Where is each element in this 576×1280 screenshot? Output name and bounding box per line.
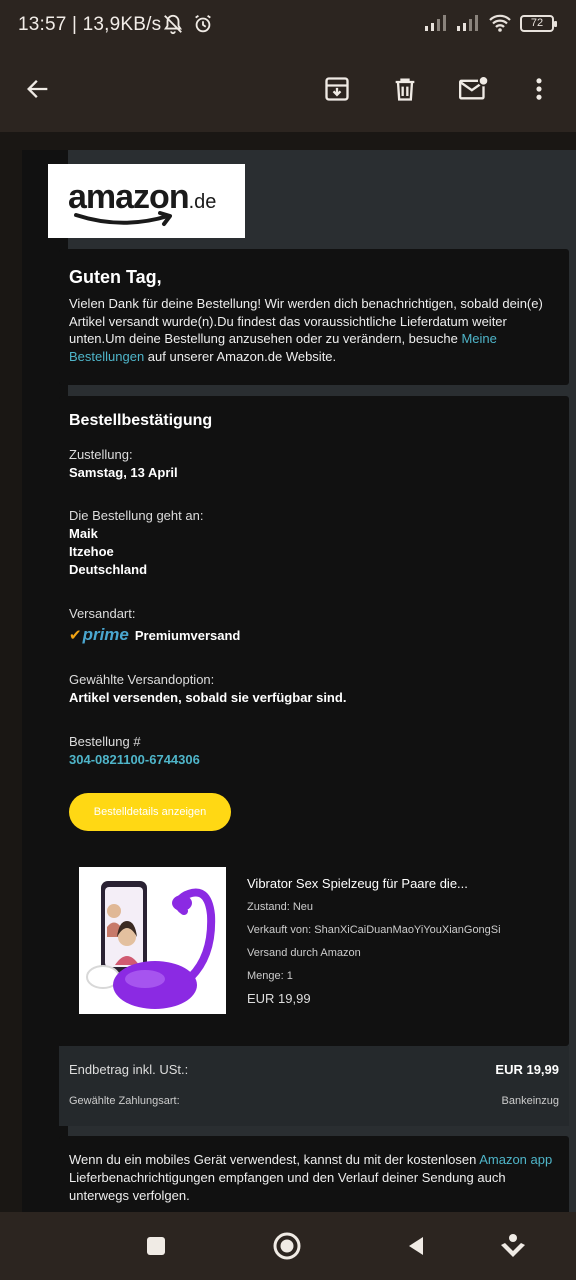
intro-text: Vielen Dank für deine Bestellung! Wir we…: [69, 296, 543, 364]
back-button[interactable]: [18, 69, 58, 109]
confirmation-heading: Bestellbestätigung: [69, 412, 213, 429]
product-image[interactable]: [79, 867, 226, 1014]
order-number-link[interactable]: 304-0821100-6744306: [69, 752, 200, 767]
signal-1-icon: [425, 15, 446, 31]
app-promo-card: Wenn du ein mobiles Gerät verwendest, ka…: [59, 1136, 569, 1216]
alarm-icon: [195, 14, 211, 33]
trash-icon: [395, 78, 415, 101]
order-number-label: Bestellung #: [69, 734, 141, 749]
shipping-option-label: Gewählte Versandoption:: [69, 672, 215, 687]
total-label: Endbetrag inkl. USt.:: [69, 1062, 189, 1077]
amazon-app-link[interactable]: Amazon app: [479, 1152, 552, 1167]
prime-check-icon: ✔: [69, 627, 82, 644]
status-right-icons: 72: [424, 13, 557, 33]
delivery-date: Samstag, 13 April: [69, 465, 178, 480]
product-fulfillment: Versand durch Amazon: [247, 947, 361, 959]
shipping-method-label: Versandart:: [69, 606, 136, 621]
status-time-speed: 13:57 | 13,9KB/s: [18, 14, 162, 35]
app-promo-text: Wenn du ein mobiles Gerät verwendest, ka…: [69, 1152, 553, 1203]
greeting-card: Guten Tag, Vielen Dank für deine Bestell…: [59, 249, 569, 385]
product-title-link[interactable]: Vibrator Sex Spielzeug für Paare die...: [247, 876, 468, 891]
status-bar: 13:57 | 13,9KB/s 72: [0, 0, 576, 50]
status-notification-icons: [162, 13, 214, 35]
shipto-label: Die Bestellung geht an:: [69, 508, 204, 523]
shipto-country: Deutschland: [69, 562, 148, 577]
total-value: EUR 19,99: [495, 1062, 559, 1077]
mail-unread-icon: [459, 75, 489, 100]
archive-button[interactable]: [317, 69, 357, 109]
shipping-option-value: Artikel versenden, sobald sie verfügbar …: [69, 690, 347, 705]
battery-icon: 72: [520, 14, 557, 32]
arrow-left-icon: [27, 80, 48, 98]
payment-method-value: Bankeinzug: [501, 1095, 560, 1107]
home-button[interactable]: [269, 1228, 305, 1264]
hide-keyboard-icon: [501, 1234, 525, 1257]
order-details-button[interactable]: Bestelldetails anzeigen: [69, 793, 231, 831]
amazon-logo: amazon.de: [48, 164, 245, 238]
more-options-button[interactable]: [519, 69, 559, 109]
archive-icon: [325, 77, 349, 101]
system-nav-bar: [0, 1212, 576, 1280]
home-circle-icon: [273, 1232, 301, 1260]
logo-tld: .de: [188, 191, 217, 213]
amazon-smile-icon: [74, 211, 172, 226]
assistant-button[interactable]: [495, 1228, 531, 1264]
delete-button[interactable]: [385, 69, 425, 109]
signal-2-icon: [457, 15, 478, 31]
product-price: EUR 19,99: [247, 991, 311, 1006]
shipto-name: Maik: [69, 526, 98, 541]
order-confirmation-card: Bestellbestätigung Zustellung: Samstag, …: [59, 396, 569, 1046]
order-total-section: Endbetrag inkl. USt.: EUR 19,99 Gewählte…: [59, 1046, 569, 1126]
greeting-heading: Guten Tag,: [69, 267, 162, 287]
prime-shipping: ✔ prime Premiumversand: [69, 625, 240, 645]
mark-unread-button[interactable]: [453, 69, 493, 109]
product-condition: Zustand: Neu: [247, 901, 314, 913]
recents-button[interactable]: [138, 1228, 174, 1264]
payment-method-label: Gewählte Zahlungsart:: [69, 1095, 180, 1107]
prime-logo: ✔ prime: [69, 625, 129, 644]
shipping-method-value: Premiumversand: [134, 627, 241, 643]
square-icon: [147, 1237, 165, 1255]
wifi-icon: [489, 14, 511, 32]
more-vert-icon: [536, 78, 542, 100]
product-seller: Verkauft von: ShanXiCaiDuanMaoYiYouXianG…: [247, 924, 501, 936]
product-quantity: Menge: 1: [247, 970, 293, 982]
bell-off-icon: [163, 14, 183, 35]
shipto-city: Itzehoe: [69, 544, 114, 559]
delivery-label: Zustellung:: [69, 447, 133, 462]
triangle-back-icon: [409, 1237, 423, 1255]
mail-toolbar: [0, 50, 576, 132]
back-nav-button[interactable]: [398, 1228, 434, 1264]
